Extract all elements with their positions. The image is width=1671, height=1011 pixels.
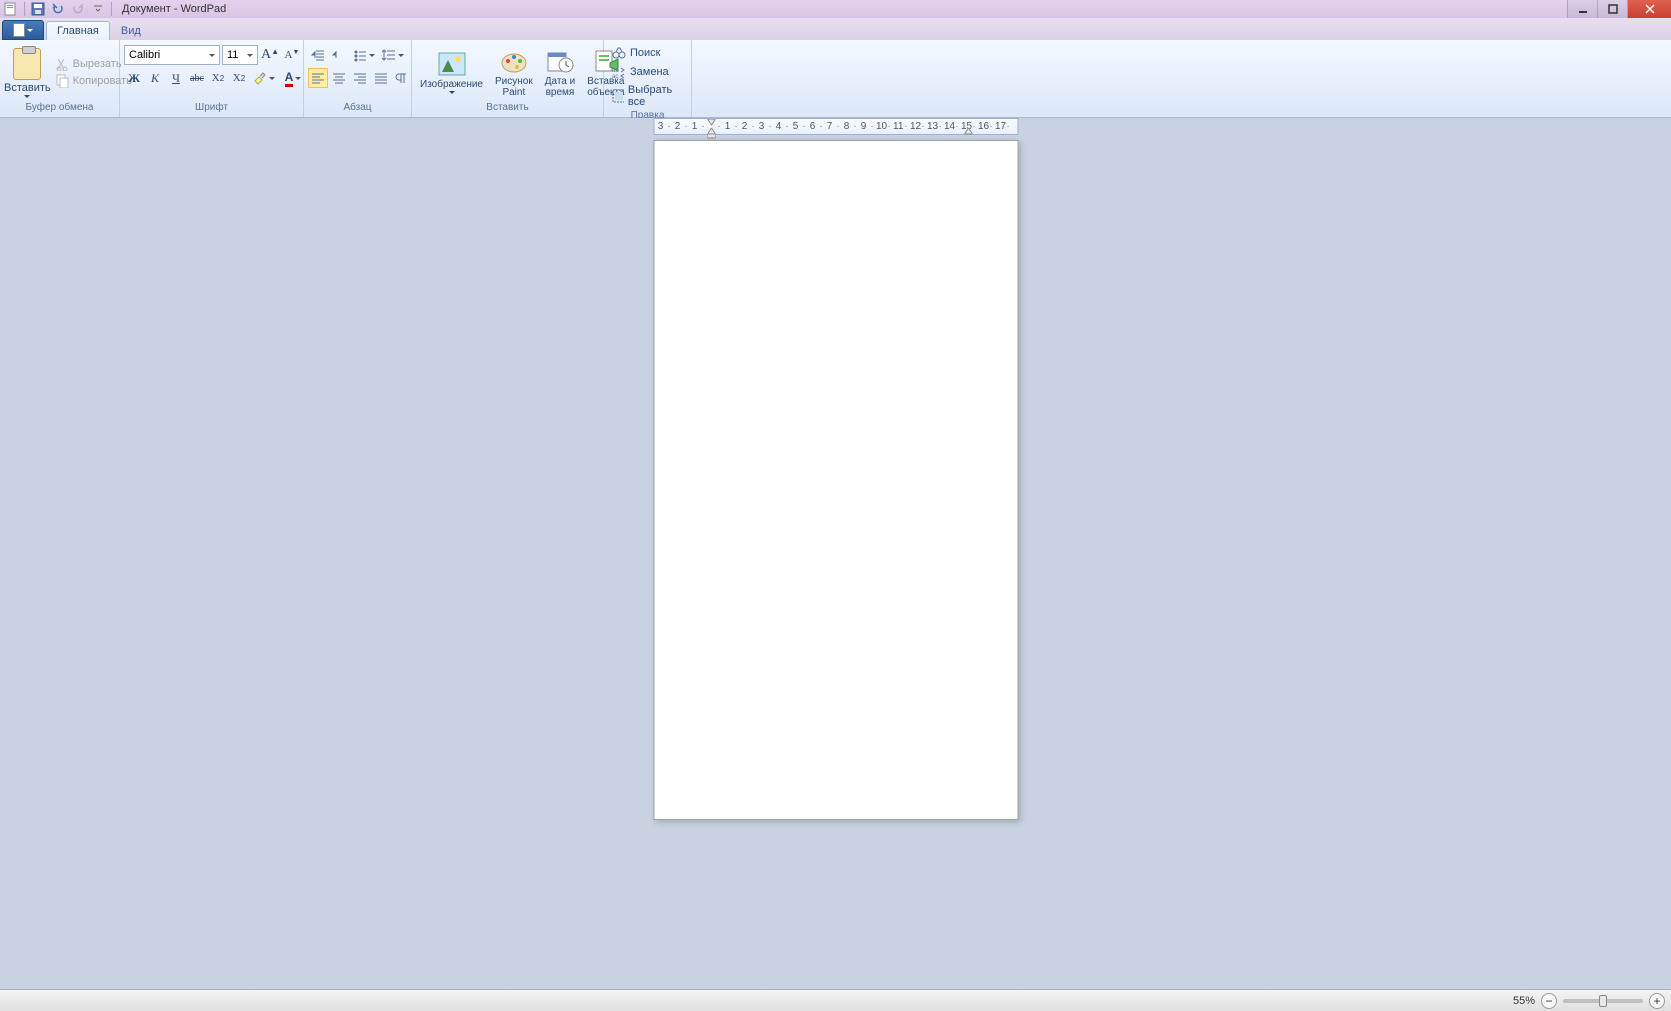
increase-indent-button[interactable] [329,45,349,65]
chevron-down-icon [247,54,253,57]
title-separator [111,2,112,16]
group-editing: Поиск abac Замена Выбрать все Правка [604,40,692,117]
quick-access-toolbar [0,1,109,17]
replace-button[interactable]: abac Замена [608,63,673,81]
paste-button[interactable]: Вставить [4,46,51,98]
bullets-button[interactable] [350,45,378,65]
underline-button[interactable]: Ч [166,68,186,88]
group-insert: Изображение Рисунок Paint Дата и время В… [412,40,604,117]
window-title: Документ - WordPad [122,3,226,15]
find-button[interactable]: Поиск [608,44,664,62]
replace-icon: abac [612,65,626,79]
chevron-down-icon [269,77,275,80]
insert-paint-button[interactable]: Рисунок Paint [491,45,537,100]
align-center-button[interactable] [329,68,349,88]
window-controls [1567,0,1671,18]
insert-datetime-label: Дата и время [545,76,576,98]
insert-datetime-button[interactable]: Дата и время [541,45,580,100]
font-color-button[interactable]: A [279,68,307,88]
zoom-percentage: 55% [1513,995,1535,1007]
font-group-label: Шрифт [124,102,299,117]
close-button[interactable] [1627,0,1671,18]
maximize-button[interactable] [1597,0,1627,18]
insert-paint-label: Рисунок Paint [495,76,533,98]
file-menu-button[interactable] [2,20,44,40]
picture-icon [438,50,466,78]
document-page[interactable] [653,140,1018,820]
paint-icon [500,47,528,75]
redo-icon[interactable] [69,1,87,17]
chevron-down-icon [398,54,404,57]
chevron-down-icon [449,91,455,94]
highlight-color-button[interactable] [250,68,278,88]
superscript-button[interactable]: X2 [229,68,249,88]
select-all-icon [612,89,624,103]
font-color-letter: A [285,70,294,87]
insert-group-label: Вставить [416,102,599,117]
ribbon: Вставить Вырезать Копировать Буфер обмен… [0,40,1671,118]
italic-button[interactable]: К [145,68,165,88]
qat-separator [24,2,25,16]
chevron-down-icon [24,95,30,98]
binoculars-icon [612,46,626,60]
insert-image-label: Изображение [420,79,483,90]
chevron-down-icon [295,77,301,80]
undo-icon[interactable] [49,1,67,17]
replace-label: Замена [630,66,669,78]
align-justify-button[interactable] [371,68,391,88]
status-bar: 55% − + [0,989,1671,1011]
bold-button[interactable]: Ж [124,68,144,88]
select-all-button[interactable]: Выбрать все [608,82,687,110]
copy-icon [56,74,70,88]
decrease-indent-button[interactable] [308,45,328,65]
font-name-combo[interactable]: Calibri [124,45,220,65]
font-size-combo[interactable]: 11 [222,45,258,65]
font-name-value: Calibri [129,49,160,61]
title-bar: Документ - WordPad [0,0,1671,18]
document-workspace[interactable]: 3·2·1· ·1·2·3·4·5·6·7·8·9·10·11·12·13·14… [0,118,1671,989]
ribbon-tabs: Главная Вид [0,18,1671,40]
highlight-icon [253,71,267,85]
strikethrough-button[interactable]: abc [187,68,207,88]
calendar-clock-icon [546,47,574,75]
chevron-down-icon [27,29,33,32]
align-left-button[interactable] [308,68,328,88]
align-right-button[interactable] [350,68,370,88]
insert-image-button[interactable]: Изображение [416,48,487,96]
group-clipboard: Вставить Вырезать Копировать Буфер обмен… [0,40,120,117]
shrink-font-button[interactable]: A▼ [282,45,302,65]
clipboard-icon [13,48,41,80]
paste-label: Вставить [4,82,51,94]
find-label: Поиск [630,47,660,59]
scissors-icon [56,57,70,71]
indent-marker-bottom[interactable] [707,128,715,140]
zoom-slider[interactable] [1563,999,1643,1003]
select-all-label: Выбрать все [628,84,683,108]
document-icon [13,23,25,37]
svg-text:ac: ac [612,74,618,79]
qat-customize-icon[interactable] [89,1,107,17]
zoom-out-button[interactable]: − [1541,993,1557,1009]
zoom-in-button[interactable]: + [1649,993,1665,1009]
group-font: Calibri 11 A▲ A▼ Ж К Ч abc X2 X2 [120,40,304,117]
subscript-button[interactable]: X2 [208,68,228,88]
chevron-down-icon [369,54,375,57]
wordpad-icon[interactable] [2,1,20,17]
tab-view[interactable]: Вид [110,21,152,40]
tab-home[interactable]: Главная [46,21,110,40]
paragraph-dialog-button[interactable] [392,68,412,88]
save-icon[interactable] [29,1,47,17]
indent-marker-right[interactable] [964,128,972,140]
paragraph-group-label: Абзац [308,102,407,117]
font-size-value: 11 [227,49,238,61]
minimize-button[interactable] [1567,0,1597,18]
line-spacing-button[interactable] [379,45,407,65]
group-paragraph: Абзац [304,40,412,117]
cut-label: Вырезать [73,58,122,70]
chevron-down-icon [209,54,215,57]
grow-font-button[interactable]: A▲ [260,45,280,65]
clipboard-group-label: Буфер обмена [4,102,115,117]
zoom-slider-thumb[interactable] [1599,995,1607,1007]
